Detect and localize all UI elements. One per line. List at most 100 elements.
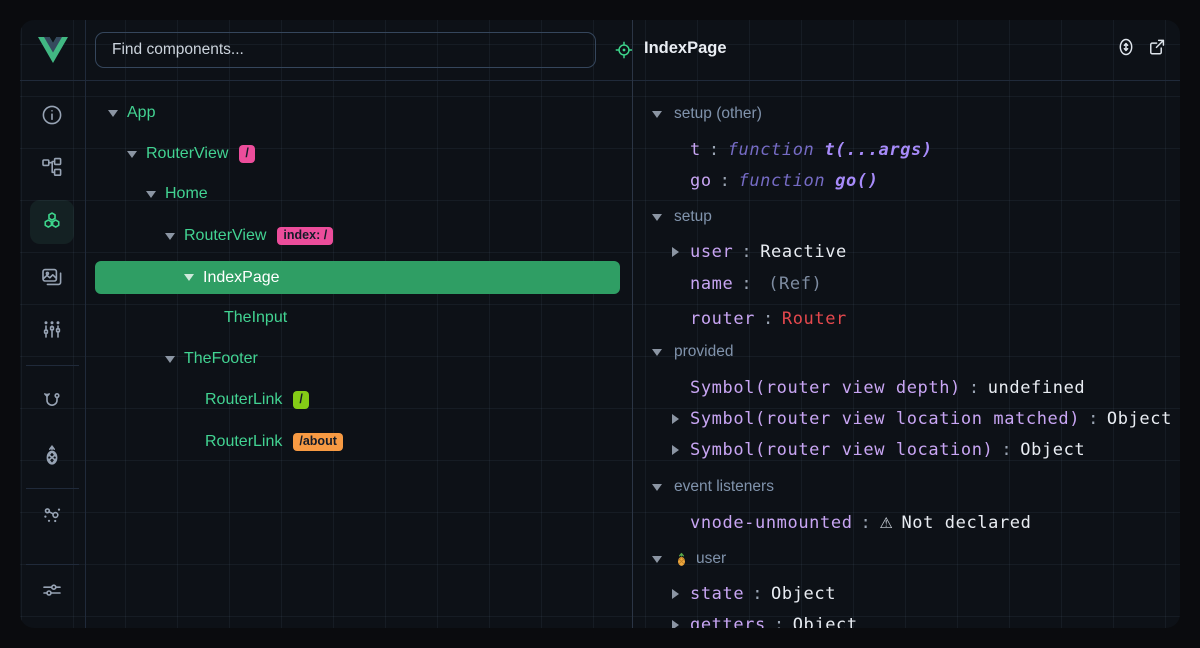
- scroll-to-component-button[interactable]: [1115, 36, 1137, 58]
- open-in-editor-icon: [1146, 36, 1168, 58]
- collapse-arrow-icon: [652, 556, 662, 563]
- state-row-router-view-location-matched[interactable]: Symbol(router view location matched) : O…: [634, 404, 1180, 434]
- route-badge: /about: [293, 433, 343, 451]
- state-inspector-panel: IndexPage setup (other) t : function t(.…: [634, 20, 1180, 628]
- collapse-arrow-icon[interactable]: [108, 110, 118, 117]
- tree-row-routerlink-home[interactable]: RouterLink /: [85, 384, 630, 416]
- section-setup[interactable]: setup: [634, 204, 1180, 230]
- state-row-user[interactable]: user : Reactive: [634, 237, 1180, 267]
- sliders-icon: [40, 578, 64, 602]
- sidebar-item-overview[interactable]: [30, 93, 74, 137]
- function-signature: go(): [835, 171, 878, 191]
- state-value: Object: [793, 615, 858, 628]
- component-tree-panel: App RouterView / Home RouterView index: …: [85, 20, 630, 628]
- component-label: App: [127, 104, 155, 122]
- state-key: state: [690, 584, 744, 604]
- tree-row-routerview-index[interactable]: RouterView index: /: [85, 220, 630, 252]
- section-event-listeners[interactable]: event listeners: [634, 474, 1180, 500]
- collapse-arrow-icon[interactable]: [184, 274, 194, 281]
- component-label: TheInput: [224, 309, 287, 327]
- open-in-editor-button[interactable]: [1146, 36, 1168, 58]
- section-provided[interactable]: provided: [634, 339, 1180, 365]
- section-user-store[interactable]: user: [634, 546, 1180, 572]
- expand-arrow-icon[interactable]: [672, 414, 679, 424]
- tree-row-routerlink-about[interactable]: RouterLink /about: [85, 426, 630, 458]
- state-row-router[interactable]: router : Router: [634, 304, 1180, 334]
- state-value: undefined: [988, 378, 1086, 398]
- colon: :: [969, 378, 980, 398]
- collapse-arrow-icon[interactable]: [165, 356, 175, 363]
- activity-sidebar: [20, 20, 86, 628]
- state-value: Not declared: [901, 513, 1031, 533]
- sidebar-divider: [26, 564, 79, 565]
- panel-splitter[interactable]: [632, 20, 633, 628]
- route-badge: index: /: [277, 227, 333, 245]
- state-key: vnode-unmounted: [690, 513, 853, 533]
- expand-arrow-icon[interactable]: [672, 445, 679, 455]
- sidebar-item-settings[interactable]: [30, 568, 74, 612]
- function-keyword: function: [728, 140, 815, 160]
- component-label: Home: [165, 185, 208, 203]
- component-label: IndexPage: [203, 269, 280, 287]
- sidebar-item-pinia[interactable]: [30, 433, 74, 477]
- section-label: setup: [674, 208, 712, 226]
- tree-row-theinput[interactable]: TheInput: [85, 302, 630, 334]
- sidebar-item-graph[interactable]: [30, 494, 74, 538]
- vue-logo: [20, 20, 85, 80]
- state-row-router-view-depth[interactable]: Symbol(router view depth) : undefined: [634, 373, 1180, 403]
- collapse-arrow-icon[interactable]: [165, 233, 175, 240]
- collapse-arrow-icon: [652, 111, 662, 118]
- state-row-vnode-unmounted[interactable]: vnode-unmounted : ⚠ Not declared: [634, 508, 1180, 538]
- tree-row-routerview[interactable]: RouterView /: [85, 138, 630, 170]
- route-badge: /: [293, 391, 308, 409]
- node-graph-icon: [40, 504, 64, 528]
- section-label: event listeners: [674, 478, 774, 496]
- collapse-arrow-icon[interactable]: [146, 191, 156, 198]
- colon: :: [709, 140, 720, 160]
- section-setup-other[interactable]: setup (other): [634, 101, 1180, 127]
- colon: :: [774, 615, 785, 628]
- state-key: Symbol(router view location): [690, 440, 993, 460]
- sidebar-item-pages[interactable]: [30, 146, 74, 190]
- state-key: go: [690, 171, 712, 191]
- vue-logo-icon: [38, 37, 68, 63]
- info-icon: [40, 103, 64, 127]
- tree-row-home[interactable]: Home: [85, 178, 630, 210]
- state-row-router-view-location[interactable]: Symbol(router view location) : Object: [634, 435, 1180, 465]
- state-row-state[interactable]: state : Object: [634, 579, 1180, 609]
- state-key: Symbol(router view depth): [690, 378, 961, 398]
- colon: :: [1001, 440, 1012, 460]
- tree-row-app[interactable]: App: [85, 97, 630, 129]
- component-label: RouterLink: [205, 391, 282, 409]
- components-hexagons-icon: [40, 210, 64, 234]
- expand-arrow-icon[interactable]: [672, 620, 679, 629]
- images-icon: [40, 265, 64, 289]
- function-signature: t(...args): [824, 140, 932, 160]
- sidebar-item-timeline[interactable]: [30, 308, 74, 352]
- state-value: Object: [1107, 409, 1172, 429]
- state-row-getters[interactable]: getters : Object: [634, 610, 1180, 628]
- tree-row-thefooter[interactable]: TheFooter: [85, 343, 630, 375]
- colon: :: [741, 242, 752, 262]
- colon: :: [720, 171, 731, 191]
- tree-row-indexpage-selected[interactable]: IndexPage: [95, 261, 620, 294]
- state-row-go[interactable]: go : function go(): [634, 166, 1180, 196]
- pineapple-icon: [40, 443, 64, 467]
- state-row-t[interactable]: t : function t(...args): [634, 135, 1180, 165]
- collapse-arrow-icon[interactable]: [127, 151, 137, 158]
- state-row-name[interactable]: name : (Ref): [634, 269, 1180, 299]
- function-keyword: function: [739, 171, 826, 191]
- sidebar-item-assets[interactable]: [30, 255, 74, 299]
- search-input[interactable]: [95, 32, 596, 68]
- collapse-arrow-icon: [652, 484, 662, 491]
- colon: :: [1088, 409, 1099, 429]
- component-label: RouterView: [184, 227, 266, 245]
- expand-arrow-icon[interactable]: [672, 589, 679, 599]
- pineapple-icon: [674, 552, 689, 567]
- sidebar-item-components[interactable]: [30, 200, 74, 244]
- sidebar-divider: [26, 365, 79, 366]
- sidebar-item-router[interactable]: [30, 378, 74, 422]
- expand-arrow-icon[interactable]: [672, 247, 679, 257]
- state-value: Reactive: [760, 242, 847, 262]
- section-label: provided: [674, 343, 733, 361]
